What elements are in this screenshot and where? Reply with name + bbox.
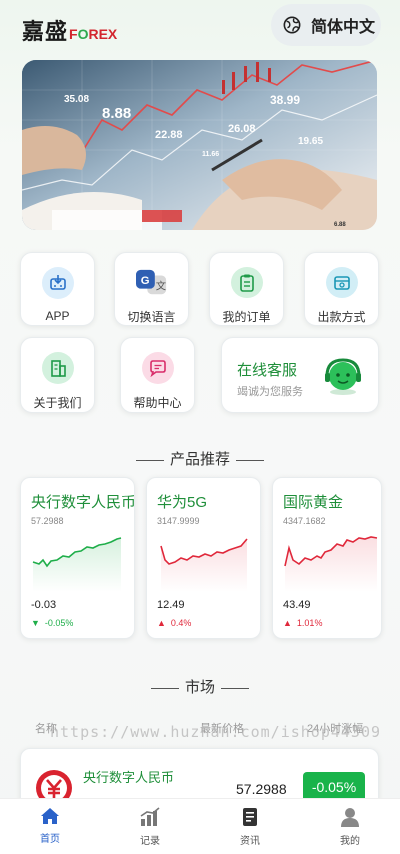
menu-item-app[interactable]: APP <box>20 252 95 326</box>
menu-item-help[interactable]: 帮助中心 <box>120 337 195 413</box>
product-sparkline <box>32 537 122 592</box>
product-change: 43.49 <box>283 599 311 611</box>
chevron-down-icon: ▼ <box>31 618 40 628</box>
menu-item-label: 帮助中心 <box>133 396 182 410</box>
chevron-up-icon: ▲ <box>283 618 292 628</box>
home-icon <box>41 808 59 824</box>
language-label: 简体中文 <box>311 19 376 36</box>
banner-number: 22.88 <box>155 129 183 141</box>
product-change: -0.03 <box>31 599 57 611</box>
product-percent: ▼ -0.05% <box>31 618 74 628</box>
menu-item-withdraw[interactable]: 出款方式 <box>304 252 379 326</box>
app-header: 嘉盛 FOREX 简体中文 <box>0 0 400 56</box>
tab-label: 首页 <box>40 834 60 845</box>
language-switch-button[interactable]: 简体中文 <box>271 4 381 46</box>
globe-icon <box>283 16 301 34</box>
translate-icon: 文G <box>135 267 168 298</box>
product-card[interactable]: 央行数字人民币 57.2988 -0.03 ▼ -0.05% <box>20 477 135 639</box>
withdraw-icon <box>325 267 358 298</box>
product-price: 4347.1682 <box>283 516 326 526</box>
market-row-name: 央行数字人民币 <box>83 770 175 785</box>
logo-chinese-text: 嘉盛 <box>22 19 69 44</box>
chat-help-icon <box>141 352 174 384</box>
tab-news[interactable]: 资讯 <box>200 799 300 854</box>
banner-number: 35.08 <box>64 94 89 105</box>
tab-records[interactable]: 记录 <box>100 799 200 854</box>
banner-number: 19.65 <box>298 136 323 147</box>
bottom-tab-bar: 首页 记录 资讯 我的 <box>0 798 400 854</box>
banner-trading-image: 35.08 8.88 22.88 26.08 38.99 19.65 11.66… <box>22 60 377 230</box>
tab-label: 记录 <box>140 836 160 847</box>
watermark-text: https://www.huzhan.com/ishop44309 <box>50 723 382 741</box>
service-title: 在线客服 <box>237 362 298 379</box>
menu-item-label: APP <box>45 309 70 323</box>
tab-home[interactable]: 首页 <box>0 799 100 854</box>
user-icon <box>341 808 359 827</box>
product-percent: ▲ 0.4% <box>157 618 192 628</box>
product-card[interactable]: 华为5G 3147.9999 12.49 ▲ 0.4% <box>146 477 261 639</box>
product-change: 12.49 <box>157 599 185 611</box>
menu-item-language[interactable]: 文G 切换语言 <box>114 252 189 326</box>
document-icon <box>243 808 257 826</box>
service-subtitle: 竭诚为您服务 <box>237 386 303 398</box>
market-row-price: 57.2988 <box>236 781 287 797</box>
banner-number: 6.88 <box>334 222 346 228</box>
building-icon <box>41 352 74 384</box>
menu-item-label: 切换语言 <box>127 310 176 324</box>
banner-number: 26.08 <box>228 123 256 135</box>
product-price: 3147.9999 <box>157 516 200 526</box>
product-name: 华为5G <box>157 494 208 511</box>
chevron-up-icon: ▲ <box>157 618 166 628</box>
banner-number: 11.66 <box>202 151 219 158</box>
menu-item-orders[interactable]: 我的订单 <box>209 252 284 326</box>
tab-label: 资讯 <box>240 836 260 847</box>
banner-number: 8.88 <box>102 105 131 122</box>
product-price: 57.2988 <box>31 516 64 526</box>
tab-label: 我的 <box>340 836 360 847</box>
svg-text:G: G <box>140 274 149 286</box>
online-service-card[interactable]: 在线客服 竭诚为您服务 <box>221 337 379 413</box>
banner-number: 38.99 <box>270 93 300 107</box>
market-section-title: 市场 <box>0 676 400 697</box>
product-name: 国际黄金 <box>283 494 344 511</box>
tab-profile[interactable]: 我的 <box>300 799 400 854</box>
menu-item-label: 我的订单 <box>222 310 271 324</box>
order-icon <box>230 267 263 298</box>
menu-item-about[interactable]: 关于我们 <box>20 337 95 413</box>
product-name: 央行数字人民币 <box>31 494 135 511</box>
product-percent: ▲ 1.01% <box>283 618 323 628</box>
product-card[interactable]: 国际黄金 4347.1682 43.49 ▲ 1.01% <box>272 477 382 639</box>
menu-item-label: 出款方式 <box>317 310 366 324</box>
bar-chart-icon <box>140 807 160 826</box>
svg-text:文: 文 <box>155 279 165 292</box>
brand-logo: 嘉盛 FOREX <box>22 14 117 46</box>
app-download-icon <box>41 267 74 299</box>
products-section-title: 产品推荐 <box>0 448 400 469</box>
product-sparkline <box>160 538 248 592</box>
product-sparkline <box>284 536 378 592</box>
logo-forex-text: FOREX <box>69 26 118 42</box>
support-agent-icon <box>325 358 361 395</box>
menu-item-label: 关于我们 <box>33 396 82 410</box>
hero-banner[interactable]: 35.08 8.88 22.88 26.08 38.99 19.65 11.66… <box>22 60 377 230</box>
